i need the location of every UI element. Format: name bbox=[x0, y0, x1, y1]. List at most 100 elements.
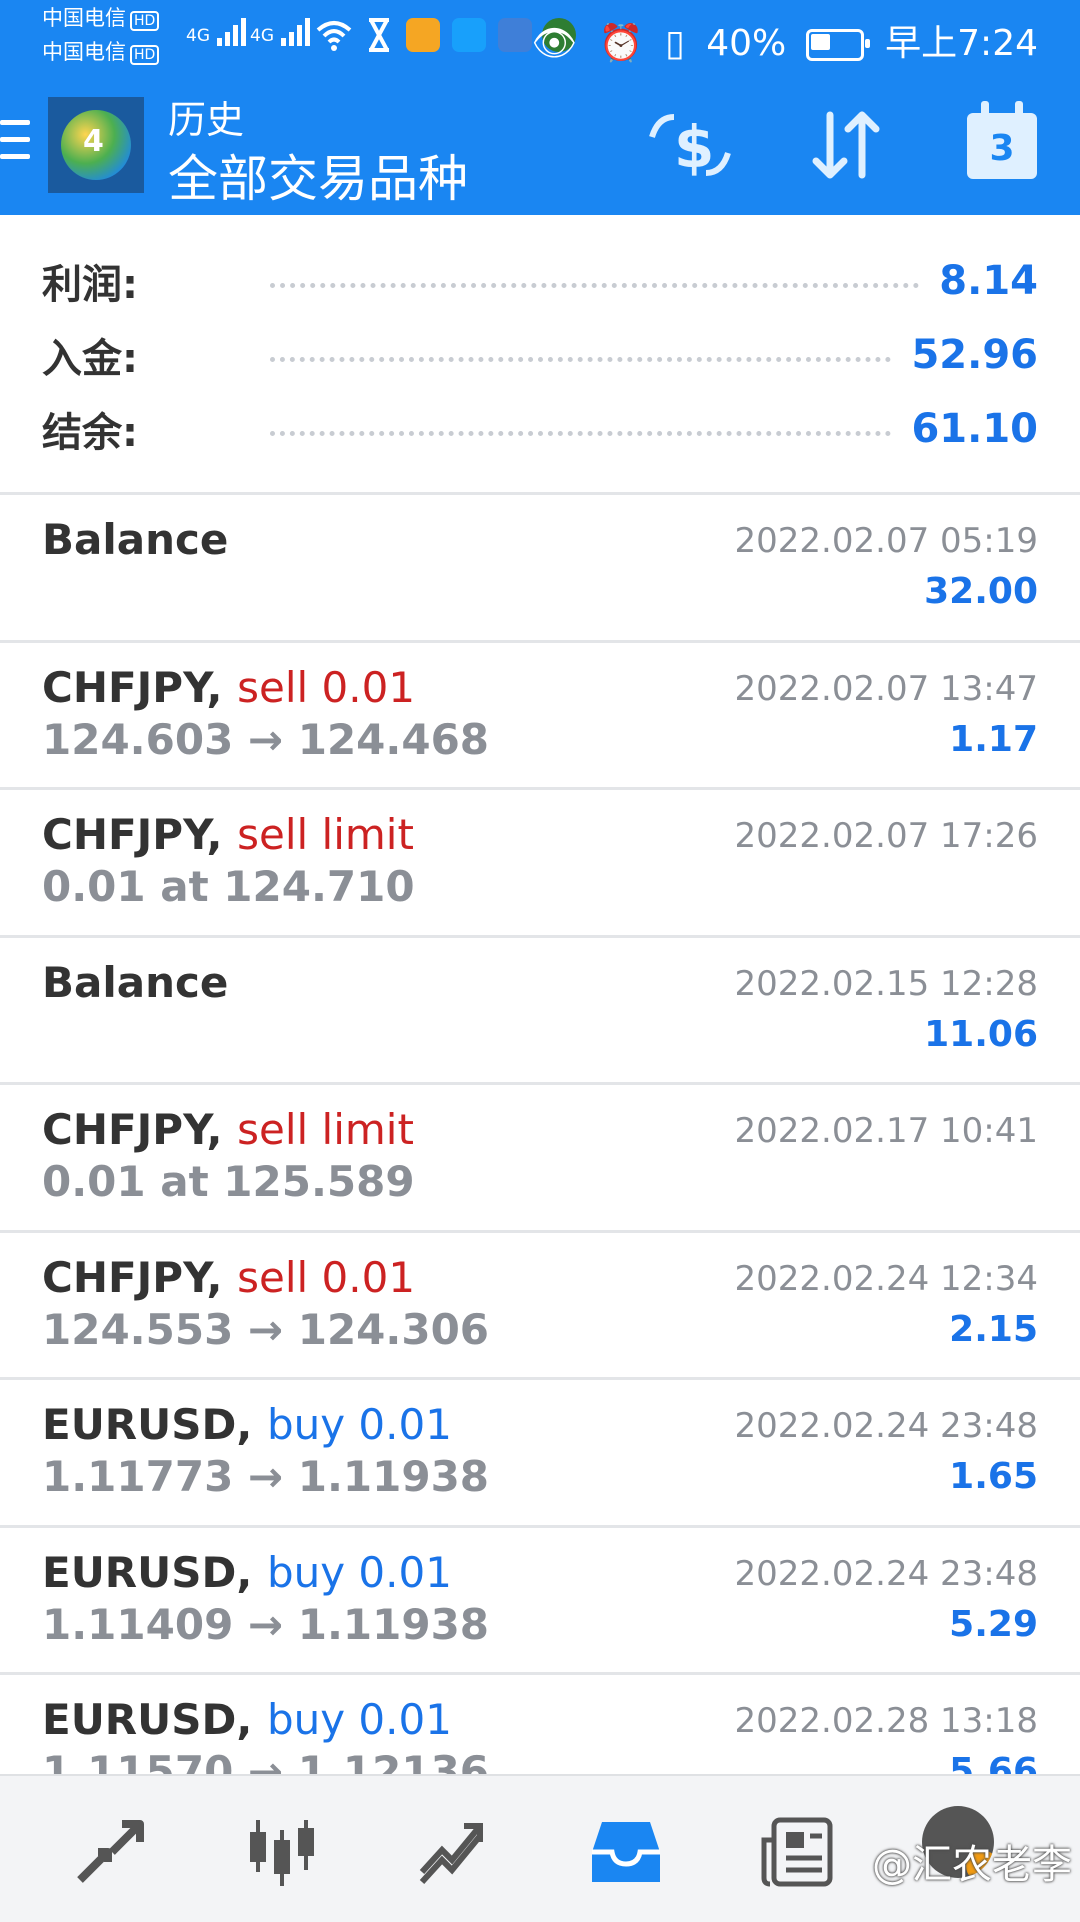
alarm-icon: ⏰ bbox=[598, 23, 644, 64]
price-detail: 124.603 → 124.468 bbox=[42, 715, 490, 764]
symbol-line: Balance bbox=[42, 515, 228, 564]
action: buy 0.01 bbox=[266, 1695, 452, 1744]
quotes-icon[interactable] bbox=[70, 1816, 150, 1888]
action: sell 0.01 bbox=[237, 663, 416, 712]
menu-icon[interactable] bbox=[0, 120, 30, 164]
dotted-leader bbox=[270, 430, 892, 436]
symbol-line: EURUSD, buy 0.01 bbox=[42, 1400, 452, 1449]
mt4-logo bbox=[48, 97, 144, 193]
symbol: EURUSD, bbox=[42, 1548, 253, 1597]
history-row[interactable]: CHFJPY, sell limit 0.01 at 124.710 2022.… bbox=[0, 790, 1080, 935]
trade-icon[interactable] bbox=[414, 1816, 494, 1888]
datetime: 2022.02.17 10:41 bbox=[734, 1111, 1038, 1151]
action: buy 0.01 bbox=[266, 1548, 452, 1597]
history-row[interactable]: EURUSD, buy 0.01 1.11409 → 1.11938 2022.… bbox=[0, 1528, 1080, 1673]
carrier-1: 中国电信 HD bbox=[42, 6, 160, 31]
signal-1-icon: 4G bbox=[186, 16, 249, 46]
datetime: 2022.02.15 12:28 bbox=[734, 964, 1038, 1004]
battery-percent: 40% bbox=[706, 23, 787, 64]
symbol: CHFJPY, bbox=[42, 1105, 223, 1154]
summary-panel: 利润: 8.14 入金: 52.96 结余: 61.10 bbox=[0, 215, 1080, 493]
app-header: 历史 全部交易品种 $ 3 bbox=[0, 85, 1080, 215]
signal-1-label: 4G bbox=[186, 26, 210, 46]
amount: 1.17 bbox=[949, 719, 1038, 760]
carrier-1-label: 中国电信 bbox=[42, 6, 126, 30]
amount: 5.29 bbox=[949, 1604, 1038, 1645]
chart-icon[interactable] bbox=[242, 1816, 322, 1888]
dotted-leader bbox=[270, 282, 920, 288]
dotted-leader bbox=[270, 356, 892, 362]
symbol: EURUSD, bbox=[42, 1400, 253, 1449]
symbol: CHFJPY, bbox=[42, 1253, 223, 1302]
watermark: @汇农老李 bbox=[872, 1842, 1072, 1888]
currency-exchange-icon[interactable]: $ bbox=[648, 107, 732, 183]
carrier-2: 中国电信 HD bbox=[42, 40, 160, 65]
status-bar: 中国电信 HD 中国电信 HD 4G 4G 👁 ⏰ ▯ 40% 早上7:24 bbox=[0, 0, 1080, 85]
price-detail: 124.553 → 124.306 bbox=[42, 1305, 490, 1354]
history-icon[interactable] bbox=[586, 1816, 666, 1888]
history-row[interactable]: CHFJPY, sell limit 0.01 at 125.589 2022.… bbox=[0, 1085, 1080, 1230]
history-row[interactable]: CHFJPY, sell 0.01 124.603 → 124.468 2022… bbox=[0, 643, 1080, 788]
signal-2-label: 4G bbox=[250, 26, 274, 46]
signal-2-icon: 4G bbox=[250, 16, 313, 46]
action: sell limit bbox=[237, 1105, 414, 1154]
symbol-line: CHFJPY, sell 0.01 bbox=[42, 663, 415, 712]
balance-label: 结余: bbox=[42, 410, 138, 456]
status-right: 👁 ⏰ ▯ 40% 早上7:24 bbox=[522, 14, 1038, 66]
vibrate-icon: ▯ bbox=[664, 23, 685, 64]
symbol: EURUSD, bbox=[42, 1695, 253, 1744]
datetime: 2022.02.07 05:19 bbox=[734, 521, 1038, 561]
amount: 1.65 bbox=[949, 1456, 1038, 1497]
mail-app-icon bbox=[406, 18, 440, 52]
battery-icon bbox=[805, 29, 870, 61]
symbol-filter[interactable]: 全部交易品种 bbox=[168, 139, 468, 211]
calendar-icon[interactable]: 3 bbox=[967, 101, 1037, 179]
summary-row-profit: 利润: 8.14 bbox=[42, 251, 1038, 311]
symbol-line: EURUSD, buy 0.01 bbox=[42, 1695, 452, 1744]
page-title: 历史 bbox=[168, 98, 245, 142]
symbol-line: Balance bbox=[42, 958, 228, 1007]
hd-badge: HD bbox=[130, 11, 160, 31]
symbol-line: CHFJPY, sell limit bbox=[42, 1105, 414, 1154]
amount: 2.15 bbox=[949, 1309, 1038, 1350]
symbol-line: CHFJPY, sell 0.01 bbox=[42, 1253, 415, 1302]
news-icon[interactable] bbox=[758, 1816, 838, 1888]
history-row[interactable]: Balance 2022.02.07 05:19 32.00 bbox=[0, 495, 1080, 640]
eye-icon: 👁 bbox=[531, 23, 578, 64]
summary-row-deposit: 入金: 52.96 bbox=[42, 325, 1038, 385]
profit-label: 利润: bbox=[42, 262, 138, 308]
amount: 11.06 bbox=[924, 1014, 1038, 1055]
hourglass-icon bbox=[369, 18, 389, 52]
datetime: 2022.02.24 12:34 bbox=[734, 1259, 1038, 1299]
price-detail: 0.01 at 124.710 bbox=[42, 862, 415, 911]
deposit-label: 入金: bbox=[42, 336, 138, 382]
action: buy 0.01 bbox=[266, 1400, 452, 1449]
datetime: 2022.02.24 23:48 bbox=[734, 1406, 1038, 1446]
bottom-nav: @汇农老李 bbox=[0, 1774, 1080, 1922]
history-row[interactable]: EURUSD, buy 0.01 1.11773 → 1.11938 2022.… bbox=[0, 1380, 1080, 1525]
datetime: 2022.02.28 13:18 bbox=[734, 1701, 1038, 1741]
clock: 早上7:24 bbox=[885, 23, 1038, 64]
symbol-line: CHFJPY, sell limit bbox=[42, 810, 414, 859]
search-app-icon bbox=[452, 18, 486, 52]
sort-icon[interactable] bbox=[808, 107, 884, 183]
deposit-value: 52.96 bbox=[911, 332, 1038, 378]
summary-row-balance: 结余: 61.10 bbox=[42, 399, 1038, 459]
price-detail: 1.11409 → 1.11938 bbox=[42, 1600, 490, 1649]
price-detail: 1.11773 → 1.11938 bbox=[42, 1452, 490, 1501]
symbol: Balance bbox=[42, 958, 229, 1007]
balance-value: 61.10 bbox=[911, 406, 1038, 452]
profit-value: 8.14 bbox=[939, 258, 1038, 304]
history-row[interactable]: Balance 2022.02.15 12:28 11.06 bbox=[0, 938, 1080, 1083]
datetime: 2022.02.07 17:26 bbox=[734, 816, 1038, 856]
history-row[interactable]: CHFJPY, sell 0.01 124.553 → 124.306 2022… bbox=[0, 1233, 1080, 1378]
symbol: Balance bbox=[42, 515, 229, 564]
hd-badge: HD bbox=[130, 45, 160, 65]
datetime: 2022.02.24 23:48 bbox=[734, 1554, 1038, 1594]
action: sell limit bbox=[237, 810, 414, 859]
action: sell 0.01 bbox=[237, 1253, 416, 1302]
symbol: CHFJPY, bbox=[42, 810, 223, 859]
price-detail: 0.01 at 125.589 bbox=[42, 1157, 415, 1206]
datetime: 2022.02.07 13:47 bbox=[734, 669, 1038, 709]
amount: 32.00 bbox=[924, 571, 1038, 612]
